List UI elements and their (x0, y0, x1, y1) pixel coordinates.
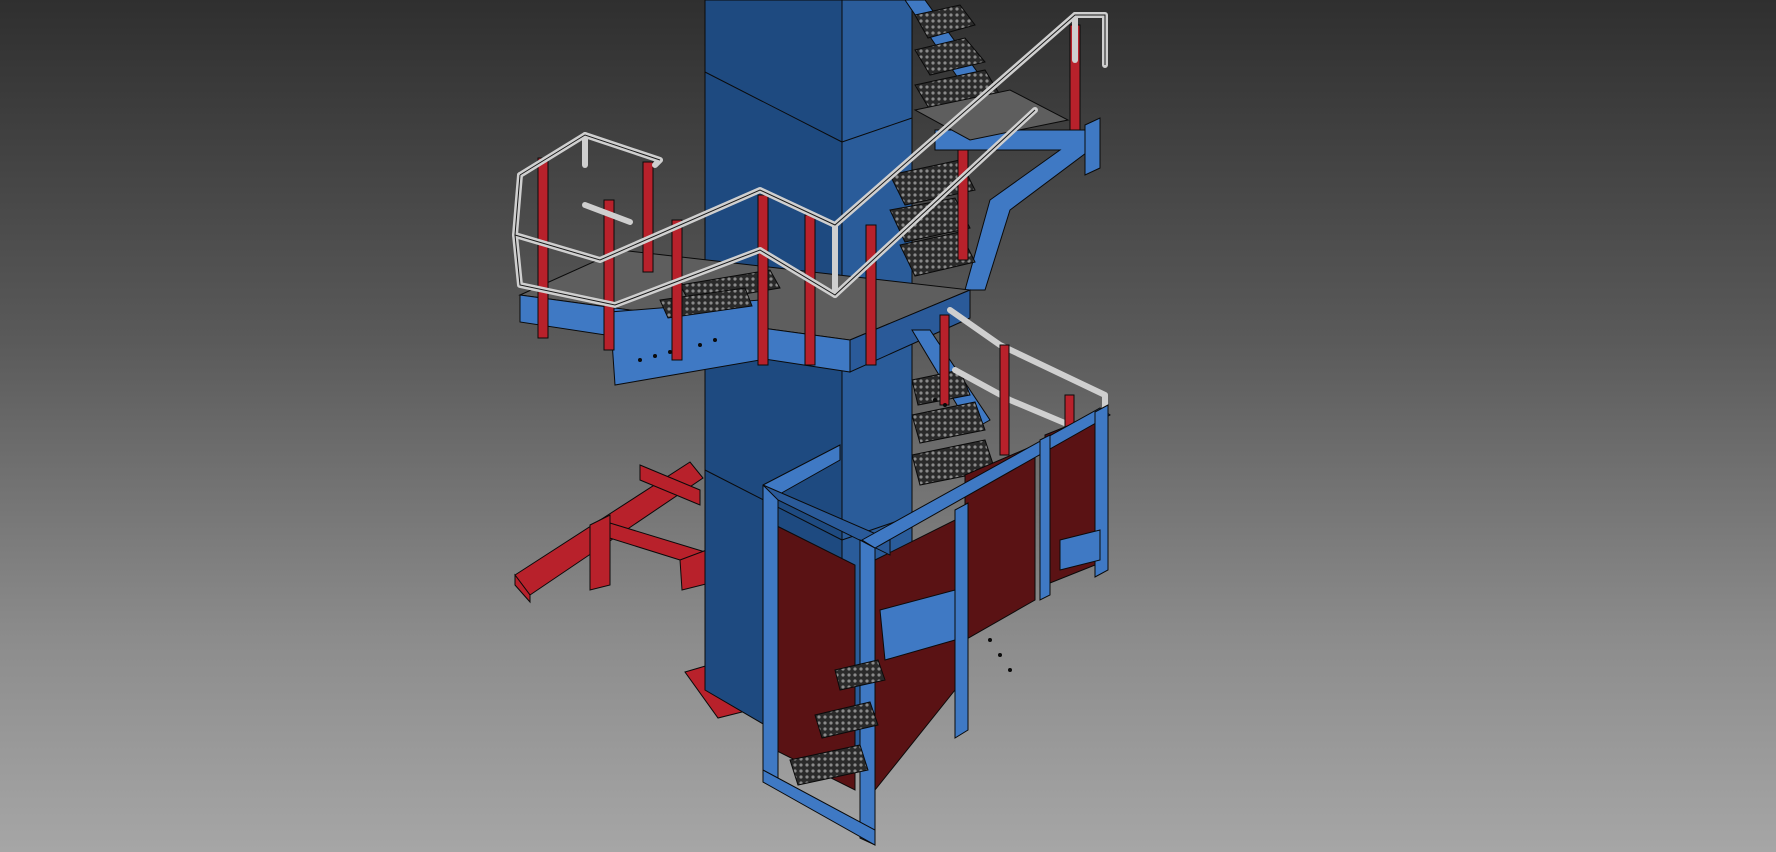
cad-model-scene[interactable] (0, 0, 1776, 852)
3d-viewport[interactable] (0, 0, 1776, 852)
mid-stair[interactable] (911, 329, 996, 486)
outrigger-beams[interactable] (514, 461, 723, 604)
